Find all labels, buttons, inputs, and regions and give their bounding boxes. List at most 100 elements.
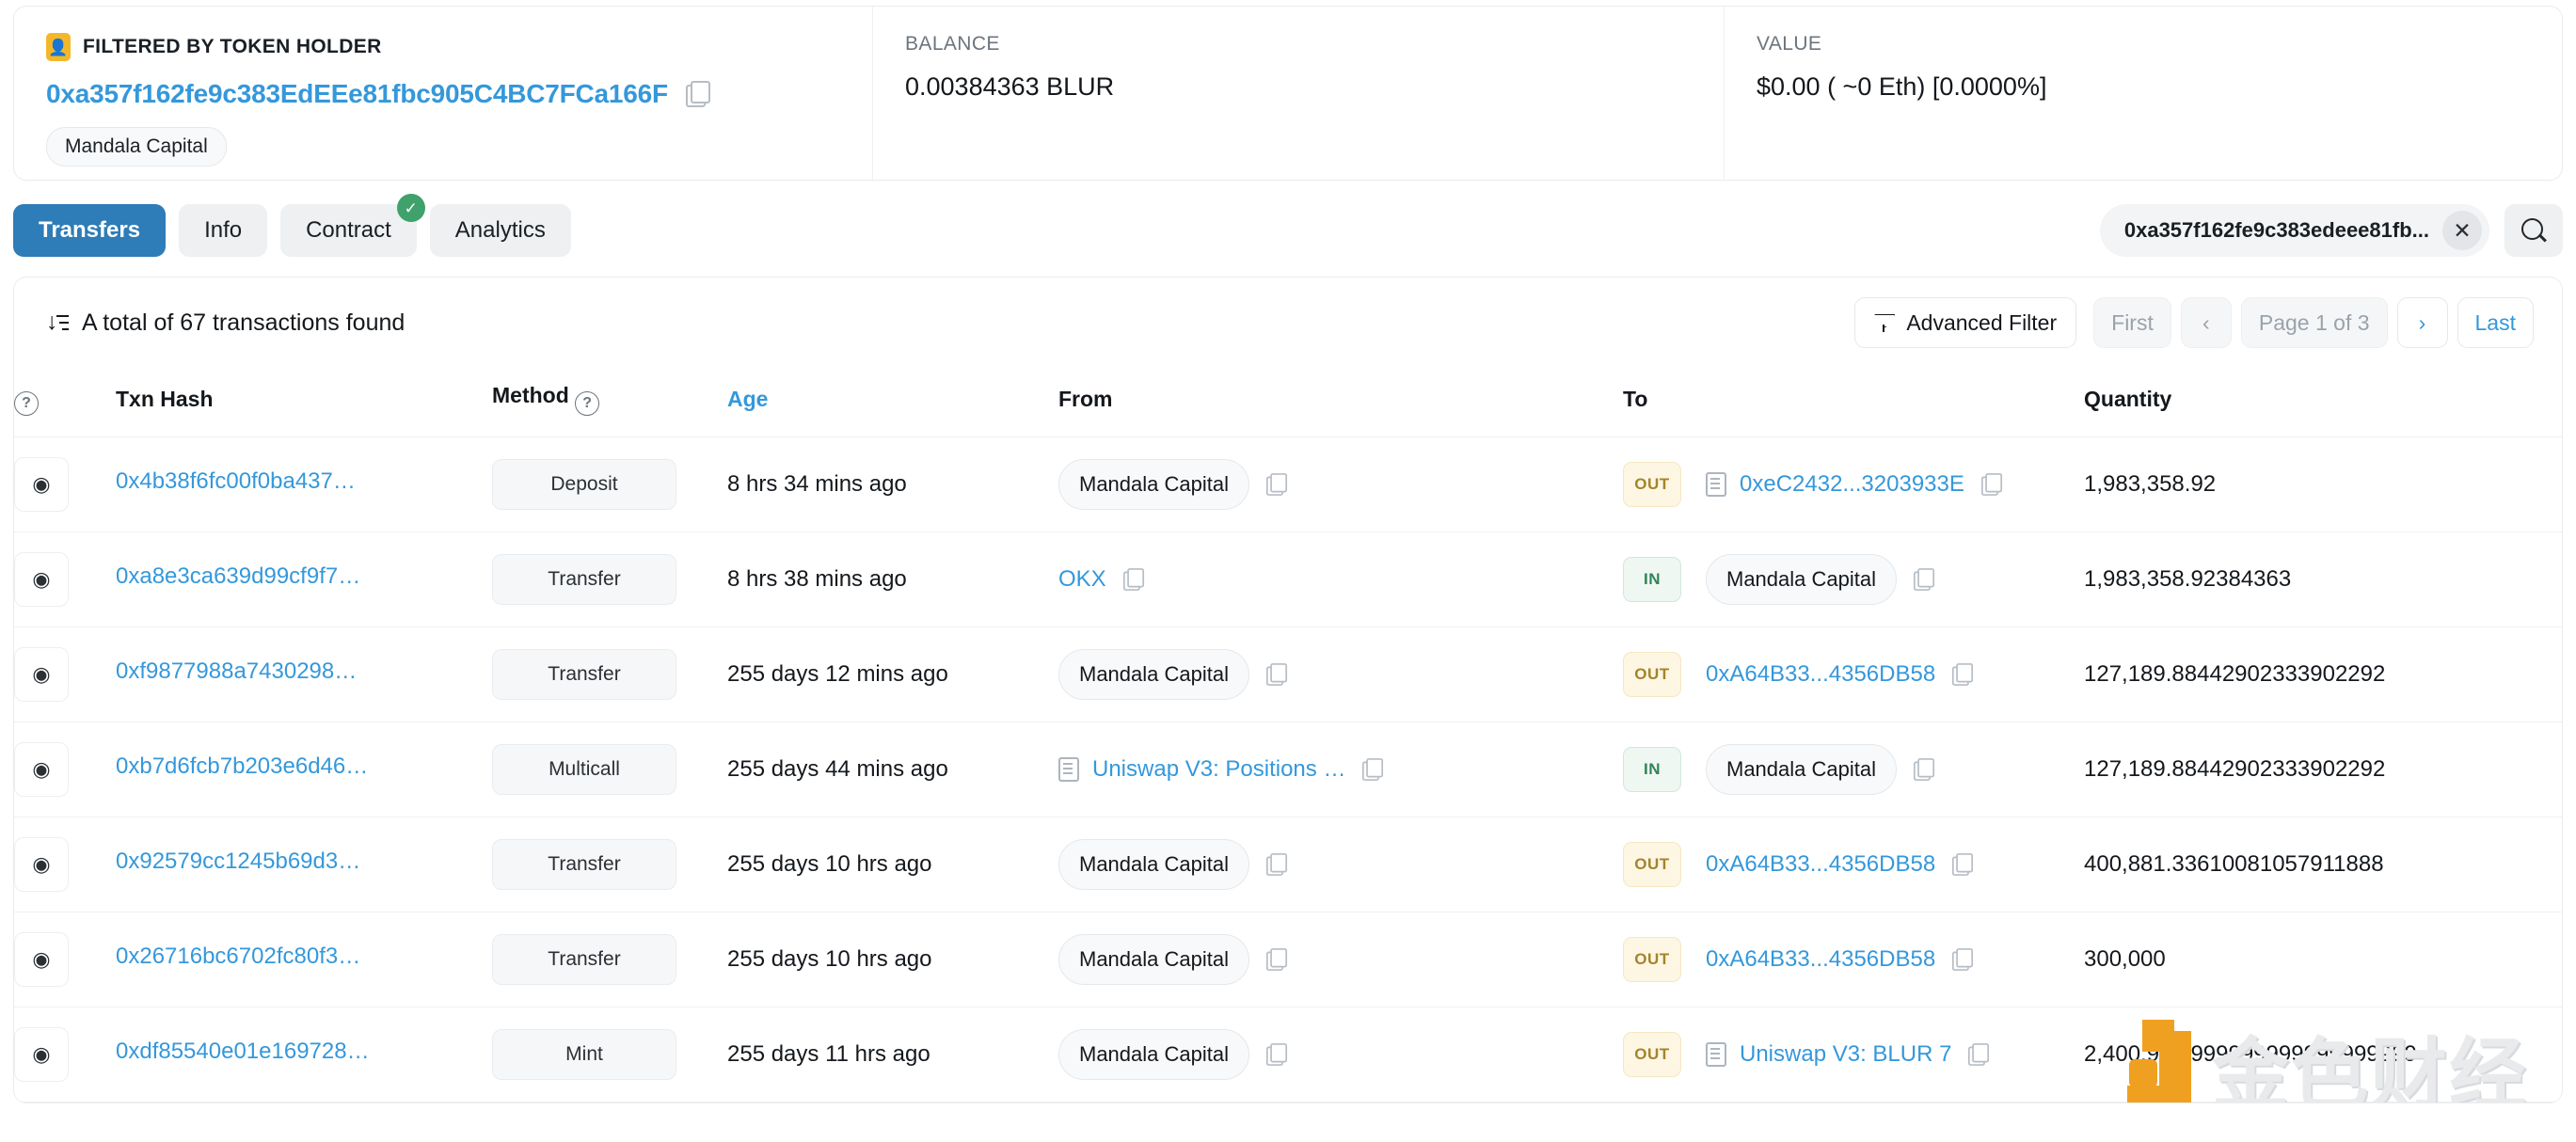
pagination: First ‹ Page 1 of 3 › Last xyxy=(2093,297,2534,348)
copy-icon[interactable] xyxy=(1952,948,1974,971)
copy-icon[interactable] xyxy=(1265,1043,1288,1066)
direction-badge: IN xyxy=(1623,747,1681,792)
token-holder-icon: 👤 xyxy=(46,33,71,61)
to-inner: Mandala Capital xyxy=(1706,554,1897,605)
eye-icon[interactable]: ◉ xyxy=(14,647,69,702)
to-label[interactable]: 0xA64B33...4356DB58 xyxy=(1706,661,1935,688)
from-label[interactable]: Mandala Capital xyxy=(1058,934,1249,985)
tab-info[interactable]: Info xyxy=(179,204,268,257)
verified-check-icon: ✓ xyxy=(396,194,425,222)
search-input[interactable]: 0xa357f162fe9c383edeee81fb... xyxy=(2124,218,2429,243)
advanced-filter-button[interactable]: Advanced Filter xyxy=(1854,297,2077,348)
to-label[interactable]: Mandala Capital xyxy=(1706,744,1897,795)
to-wrapper: OUT 0xA64B33...4356DB58 xyxy=(1623,652,2084,697)
eye-icon[interactable]: ◉ xyxy=(14,1027,69,1082)
page-next-button[interactable]: › xyxy=(2396,297,2448,348)
txn-hash-link[interactable]: 0x4b38f6fc00f0ba437… xyxy=(116,468,356,495)
row-info-cell: ◉ xyxy=(14,1007,116,1102)
from-label[interactable]: Mandala Capital xyxy=(1058,1029,1249,1080)
to-label[interactable]: 0xA64B33...4356DB58 xyxy=(1706,946,1935,973)
to-label[interactable]: Uniswap V3: BLUR 7 xyxy=(1740,1041,1951,1068)
from-label[interactable]: Mandala Capital xyxy=(1058,649,1249,700)
method-badge[interactable]: Deposit xyxy=(492,459,676,510)
row-info-cell: ◉ xyxy=(14,531,116,627)
tab-transfers[interactable]: Transfers xyxy=(13,204,167,257)
to-wrapper: OUT 0xeC2432...3203933E xyxy=(1623,462,2084,507)
copy-icon[interactable] xyxy=(1968,1043,1990,1066)
copy-icon[interactable] xyxy=(1913,758,1935,781)
to-wrapper: IN Mandala Capital xyxy=(1623,554,2084,605)
row-from-cell: Mandala Capital xyxy=(1058,817,1623,912)
txn-hash-link[interactable]: 0x26716bc6702fc80f3… xyxy=(116,944,360,970)
method-badge[interactable]: Transfer xyxy=(492,649,676,700)
table-row: ◉ 0xa8e3ca639d99cf9f7… Transfer 8 hrs 38 mi… xyxy=(14,531,2562,627)
row-txn-hash-cell: 0x26716bc6702fc80f3… xyxy=(116,912,492,1007)
row-txn-hash-cell: 0x4b38f6fc00f0ba437… xyxy=(116,436,492,532)
to-inner: Mandala Capital xyxy=(1706,744,1897,795)
value-amount: $0.00 ( ~0 Eth) [0.0000%] xyxy=(1757,72,2047,101)
quantity-value: 400,881.33610081057911888 xyxy=(2084,851,2384,877)
copy-icon[interactable] xyxy=(685,81,710,107)
row-quantity-cell: 127,189.88442902333902292 xyxy=(2084,722,2562,817)
copy-icon[interactable] xyxy=(1980,473,2002,496)
from-cell: Mandala Capital xyxy=(1058,934,1623,985)
from-label[interactable]: Uniswap V3: Positions … xyxy=(1092,756,1345,783)
page-last-button[interactable]: Last xyxy=(2457,297,2534,348)
eye-icon[interactable]: ◉ xyxy=(14,932,69,987)
page-first-button[interactable]: First xyxy=(2093,297,2171,348)
tab-contract[interactable]: Contract ✓ xyxy=(280,194,425,257)
method-badge[interactable]: Transfer xyxy=(492,839,676,890)
row-method-cell: Transfer xyxy=(492,912,727,1007)
row-method-cell: Transfer xyxy=(492,627,727,722)
to-cell: Mandala Capital xyxy=(1706,744,1936,795)
copy-icon[interactable] xyxy=(1952,853,1974,876)
eye-icon[interactable]: ◉ xyxy=(14,552,69,607)
table-row: ◉ 0x26716bc6702fc80f3… Transfer 255 days 10… xyxy=(14,912,2562,1007)
copy-icon[interactable] xyxy=(1952,663,1974,686)
close-icon[interactable]: ✕ xyxy=(2442,211,2482,250)
txn-hash-link[interactable]: 0xb7d6fcb7b203e6d46… xyxy=(116,753,368,780)
copy-icon[interactable] xyxy=(1913,568,1935,591)
column-age[interactable]: Age xyxy=(727,368,1058,437)
copy-icon[interactable] xyxy=(1265,473,1288,496)
to-label[interactable]: 0xA64B33...4356DB58 xyxy=(1706,851,1935,878)
address-search-chip[interactable]: 0xa357f162fe9c383edeee81fb... ✕ xyxy=(2099,204,2489,257)
from-inner: OKX xyxy=(1058,566,1106,593)
row-age-cell: 8 hrs 34 mins ago xyxy=(727,436,1058,532)
from-label[interactable]: Mandala Capital xyxy=(1058,459,1249,510)
tab-analytics[interactable]: Analytics xyxy=(429,204,571,257)
quantity-value: 127,189.88442902333902292 xyxy=(2084,661,2386,687)
txn-hash-link[interactable]: 0xf9877988a7430298… xyxy=(116,658,357,685)
column-method: Method ? xyxy=(492,368,727,437)
to-label[interactable]: 0xeC2432...3203933E xyxy=(1740,471,1964,498)
help-icon[interactable]: ? xyxy=(14,391,39,416)
search-button[interactable] xyxy=(2504,204,2563,257)
method-badge[interactable]: Mint xyxy=(492,1029,676,1080)
to-label[interactable]: Mandala Capital xyxy=(1706,554,1897,605)
method-badge[interactable]: Transfer xyxy=(492,934,676,985)
copy-icon[interactable] xyxy=(1265,663,1288,686)
txn-hash-link[interactable]: 0x92579cc1245b69d3… xyxy=(116,849,360,875)
eye-icon[interactable]: ◉ xyxy=(14,457,69,512)
method-badge[interactable]: Multicall xyxy=(492,744,676,795)
copy-icon[interactable] xyxy=(1122,568,1144,591)
txn-hash-link[interactable]: 0xdf85540e01e169728… xyxy=(116,1039,370,1065)
help-icon[interactable]: ? xyxy=(575,391,600,416)
from-label[interactable]: Mandala Capital xyxy=(1058,839,1249,890)
contract-icon xyxy=(1706,1042,1726,1067)
page-prev-button[interactable]: ‹ xyxy=(2180,297,2232,348)
row-to-cell: IN Mandala Capital xyxy=(1623,531,2084,627)
tabs-row: Transfers Info Contract ✓ Analytics 0xa3… xyxy=(13,194,2563,260)
copy-icon[interactable] xyxy=(1265,853,1288,876)
from-cell: Uniswap V3: Positions … xyxy=(1058,756,1623,783)
txn-hash-link[interactable]: 0xa8e3ca639d99cf9f7… xyxy=(116,563,360,590)
copy-icon[interactable] xyxy=(1362,758,1384,781)
eye-icon[interactable]: ◉ xyxy=(14,837,69,892)
copy-icon[interactable] xyxy=(1265,948,1288,971)
holder-name-tag[interactable]: Mandala Capital xyxy=(46,127,227,167)
from-cell: Mandala Capital xyxy=(1058,649,1623,700)
holder-address-link[interactable]: 0xa357f162fe9c383EdEEe81fbc905C4BC7FCa16… xyxy=(46,79,668,109)
method-badge[interactable]: Transfer xyxy=(492,554,676,605)
from-label[interactable]: OKX xyxy=(1058,566,1106,593)
eye-icon[interactable]: ◉ xyxy=(14,742,69,797)
